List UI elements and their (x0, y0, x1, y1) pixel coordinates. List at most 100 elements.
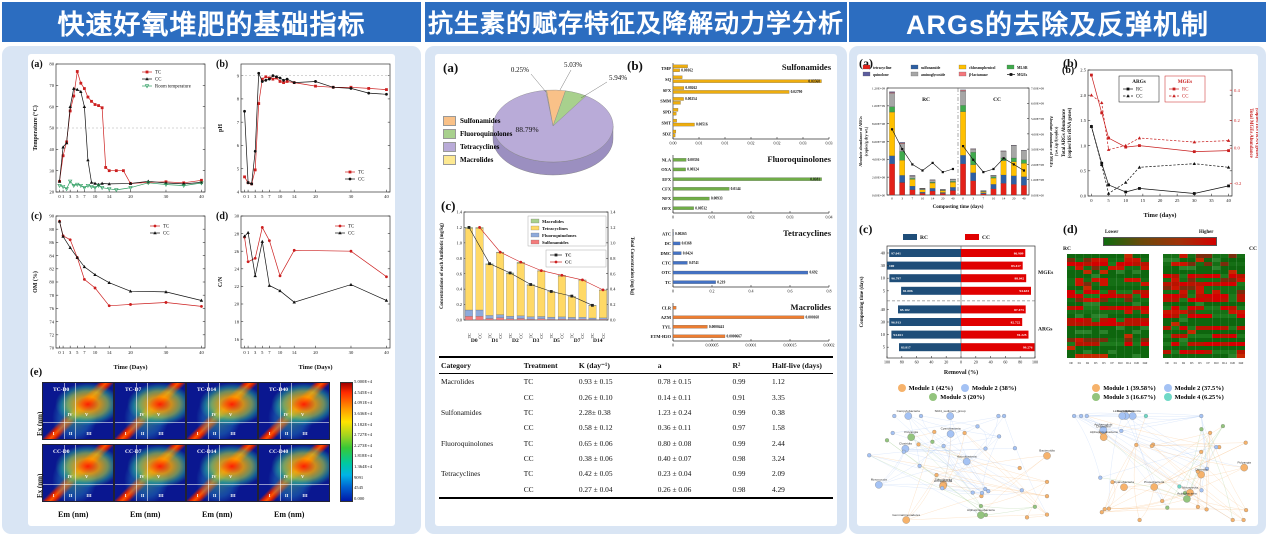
svg-text:1: 1 (247, 350, 250, 355)
svg-text:NLA: NLA (662, 158, 672, 163)
svg-text:Clostridia: Clostridia (899, 442, 912, 446)
svg-text:D0: D0 (1069, 362, 1073, 365)
svg-text:ATC: ATC (662, 232, 671, 237)
svg-text:MGEs: MGEs (1178, 79, 1192, 85)
svg-text:D7: D7 (1110, 362, 1114, 365)
svg-text:TC: TC (665, 280, 671, 285)
svg-text:81.006: 81.006 (903, 289, 913, 293)
svg-text:Macrolides: Macrolides (791, 302, 832, 312)
svg-text:Actinobacteria: Actinobacteria (957, 454, 977, 458)
svg-text:0.00005: 0.00005 (706, 343, 719, 348)
svg-text:6: 6 (237, 143, 240, 148)
svg-text:16: 16 (234, 337, 239, 342)
svg-text:D40: D40 (1239, 362, 1244, 365)
svg-text:1.0: 1.0 (1080, 143, 1086, 148)
svg-text:RC: RC (1182, 88, 1188, 93)
svg-text:0.0368: 0.0368 (682, 242, 692, 246)
svg-text:SPD: SPD (663, 110, 671, 115)
svg-text:0.000168: 0.000168 (806, 315, 820, 319)
svg-text:20: 20 (128, 194, 133, 199)
table-row: TetracyclinesTC0.42 ± 0.050.23 ± 0.040.9… (439, 466, 833, 481)
middle-panel: (a) 0.25%5.03%5.94%88.79% SulfonamidesFl… (425, 46, 847, 534)
svg-text:Archaeoglobi: Archaeoglobi (1094, 423, 1112, 427)
svg-text:Absolute abundance of MGEs: Absolute abundance of MGEs (1049, 116, 1054, 168)
svg-text:Absolute abundance of ARGs: Absolute abundance of ARGs (858, 116, 863, 167)
svg-text:0.6: 0.6 (457, 271, 463, 276)
heatmap-CC: D0D1D2D3D5D7D10D14D20D40 (1163, 254, 1247, 372)
svg-text:7: 7 (268, 350, 271, 355)
svg-text:5: 5 (76, 350, 79, 355)
svg-text:Clostridia: Clostridia (1195, 467, 1208, 471)
svg-text:74: 74 (49, 319, 54, 324)
svg-text:(d): (d) (216, 211, 228, 222)
svg-text:14: 14 (931, 197, 935, 201)
svg-text:MGEs: MGEs (1038, 270, 1053, 276)
svg-text:5: 5 (883, 288, 886, 293)
svg-text:Total ARGs Abundance: Total ARGs Abundance (1062, 109, 1067, 157)
svg-text:1.0: 1.0 (610, 240, 616, 245)
table-row: FluoroquinolonesTC0.65 ± 0.060.80 ± 0.08… (439, 436, 833, 451)
svg-text:MLSB: MLSB (1017, 66, 1028, 70)
svg-text:0.02: 0.02 (748, 141, 755, 146)
chart-temperature: 20304050607080013571014203040TCCCRoom te… (30, 56, 213, 206)
svg-text:10: 10 (881, 332, 886, 337)
svg-text:TYL: TYL (662, 324, 671, 329)
svg-text:0.00E+00: 0.00E+00 (872, 193, 885, 197)
svg-text:CC: CC (348, 232, 354, 237)
svg-text:D14: D14 (1222, 362, 1227, 365)
svg-text:5: 5 (237, 166, 240, 171)
svg-text:40: 40 (199, 194, 204, 199)
svg-text:D0: D0 (1165, 362, 1169, 365)
svg-text:0: 0 (891, 197, 893, 201)
svg-text:1.2: 1.2 (457, 225, 463, 230)
svg-text:D20: D20 (1134, 362, 1139, 365)
svg-text:94.021: 94.021 (893, 333, 903, 337)
svg-text:CLR: CLR (662, 305, 672, 310)
svg-text:20: 20 (49, 190, 54, 195)
svg-text:quinolone: quinolone (873, 73, 889, 77)
svg-text:(a): (a) (31, 59, 43, 70)
svg-text:Bacteroidia: Bacteroidia (1039, 449, 1055, 453)
svg-text:C/N: C/N (218, 276, 224, 287)
chart-cn: 1618202224262830013571014203040TCCC(d)C/… (215, 208, 398, 372)
svg-text:3.00E+08: 3.00E+08 (1031, 148, 1044, 152)
svg-text:6.00E+08: 6.00E+08 (872, 140, 885, 144)
svg-text:5.03%: 5.03% (564, 61, 582, 69)
svg-text:10: 10 (992, 197, 996, 201)
svg-text:10: 10 (93, 350, 98, 355)
svg-text:9: 9 (237, 73, 240, 78)
svg-text:Macrolides: Macrolides (542, 219, 564, 224)
svg-text:2.00E+08: 2.00E+08 (872, 176, 885, 180)
svg-text:Actinobacteria: Actinobacteria (1177, 492, 1197, 496)
pie-legend-item: Tetracyclines (443, 142, 512, 152)
svg-text:D3: D3 (1094, 362, 1098, 365)
svg-text:80: 80 (49, 280, 54, 285)
left-figure: 20304050607080013571014203040TCCCRoom te… (28, 54, 395, 526)
svg-text:82.722: 82.722 (1011, 320, 1021, 324)
pie-legend: SulfonamidesFluoroquinolonesTetracycline… (443, 116, 512, 165)
svg-text:0.0: 0.0 (610, 318, 616, 323)
eem-plot: TC-D40 IIIIIIIVV (258, 382, 330, 440)
svg-text:7: 7 (983, 197, 985, 201)
svg-text:SDZ: SDZ (662, 131, 671, 136)
svg-text:14: 14 (107, 350, 112, 355)
svg-text:(c): (c) (31, 211, 42, 222)
svg-text:40: 40 (989, 360, 993, 365)
svg-text:0: 0 (58, 350, 61, 355)
svg-text:1.00E+08: 1.00E+08 (1031, 178, 1044, 182)
svg-text:50: 50 (49, 126, 54, 131)
svg-text:14: 14 (292, 350, 297, 355)
svg-text:D7: D7 (1206, 362, 1210, 365)
svg-text:97.041: 97.041 (891, 251, 901, 255)
svg-text:ARGs: ARGs (1132, 79, 1146, 85)
svg-text:0.0002: 0.0002 (824, 343, 835, 348)
svg-text:TC: TC (565, 253, 571, 258)
svg-text:83.817: 83.817 (901, 346, 911, 350)
svg-text:0.0: 0.0 (457, 318, 463, 323)
svg-text:100: 100 (1032, 360, 1038, 365)
svg-text:20: 20 (941, 197, 945, 201)
svg-text:0.02790: 0.02790 (791, 90, 803, 94)
svg-text:60: 60 (49, 104, 54, 109)
svg-text:0.692: 0.692 (809, 271, 817, 275)
svg-text:TMP: TMP (661, 66, 671, 71)
